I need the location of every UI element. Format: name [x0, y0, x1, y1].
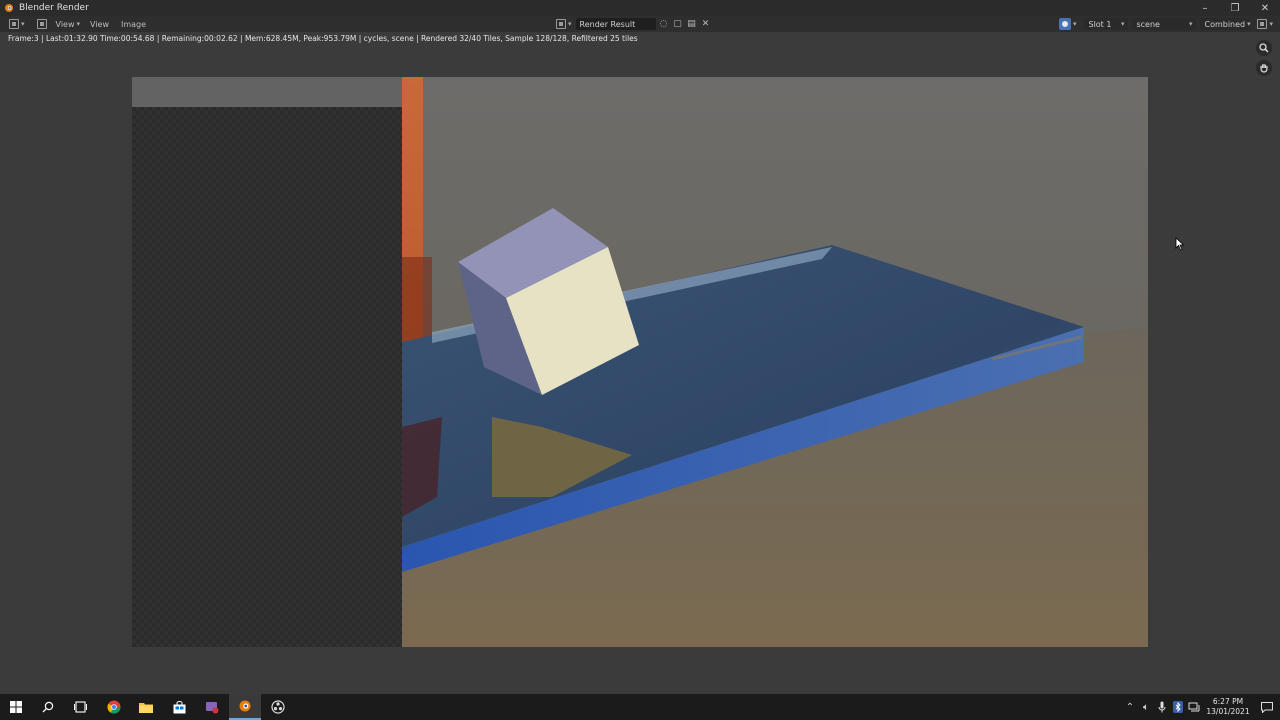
- zoom-icon[interactable]: [1256, 40, 1272, 56]
- chevron-down-icon: ▾: [1269, 20, 1273, 28]
- sidebar-toggle-button[interactable]: ▾: [1254, 17, 1276, 31]
- slot-dropdown[interactable]: Slot 1 ▾: [1084, 18, 1129, 30]
- microphone-icon[interactable]: [1154, 694, 1170, 720]
- chevron-down-icon: ▾: [1247, 20, 1251, 28]
- clock-date: 13/01/2021: [1206, 707, 1250, 716]
- chevron-down-icon: ▾: [76, 20, 81, 28]
- mouse-cursor-icon: [1175, 236, 1185, 251]
- editor-type-dropdown[interactable]: ▾: [6, 17, 28, 31]
- bluetooth-icon[interactable]: [1170, 694, 1186, 720]
- blender-icon: [239, 700, 251, 712]
- blender-taskbar-button[interactable]: [229, 694, 261, 720]
- close-button[interactable]: ✕: [1250, 0, 1280, 16]
- image-name-field[interactable]: Render Result: [575, 18, 656, 30]
- folder-icon: [139, 703, 153, 713]
- image-editor-icon: [9, 19, 19, 29]
- fake-user-shield-icon[interactable]: ◌: [658, 18, 670, 30]
- speaker-icon[interactable]: 🔈︎: [1138, 694, 1154, 720]
- file-explorer-taskbar-button[interactable]: [130, 694, 162, 720]
- unrendered-tile-area: [132, 77, 402, 107]
- network-icon[interactable]: [1186, 694, 1202, 720]
- chevron-down-icon: ▾: [1120, 20, 1125, 28]
- start-button[interactable]: [0, 694, 32, 720]
- search-icon: [42, 701, 54, 713]
- view-mode-dropdown[interactable]: [34, 17, 50, 31]
- chevron-down-icon: ▾: [1188, 20, 1193, 28]
- open-folder-icon[interactable]: ▤: [686, 18, 698, 30]
- minimize-button[interactable]: –: [1190, 0, 1220, 16]
- sidebar-icon: [1257, 19, 1268, 29]
- notification-icon[interactable]: [1254, 694, 1280, 720]
- new-image-icon[interactable]: ▢: [672, 18, 684, 30]
- image-editor-header: ▾ View ▾ View Image ▾ Render Result ◌ ▢ ▤…: [0, 16, 1280, 32]
- snipping-tool-taskbar-button[interactable]: [196, 694, 228, 720]
- view-layer-dropdown[interactable]: scene ▾: [1132, 18, 1197, 30]
- task-view-button[interactable]: [64, 694, 96, 720]
- chrome-icon: [107, 700, 121, 714]
- maximize-button[interactable]: ❐: [1220, 0, 1250, 16]
- obs-taskbar-button[interactable]: [262, 694, 294, 720]
- title-bar: Blender Render – ❐ ✕: [0, 0, 1280, 16]
- menu-view-2[interactable]: View: [86, 20, 115, 29]
- window-title: Blender Render: [19, 3, 89, 13]
- display-channels-button[interactable]: [1058, 18, 1071, 30]
- chevron-down-icon: ▾: [21, 20, 25, 28]
- snip-sketch-icon: [206, 702, 219, 714]
- store-taskbar-button[interactable]: [163, 694, 195, 720]
- store-bag-icon: [173, 700, 185, 713]
- view-mode-icon: [36, 19, 47, 29]
- render-pass-dropdown[interactable]: Combined ▾: [1200, 18, 1251, 30]
- blender-logo-icon: [4, 3, 14, 13]
- chevron-down-icon: ▾: [568, 20, 572, 28]
- hand-pan-icon[interactable]: [1256, 60, 1272, 76]
- render-stats: Frame:3 | Last:01:32.90 Time:00:54.68 | …: [8, 34, 638, 43]
- chrome-taskbar-button[interactable]: [98, 694, 130, 720]
- windows-logo-icon: [10, 701, 22, 713]
- chevron-down-icon: ▾: [1072, 20, 1077, 28]
- chevron-up-icon[interactable]: ⌃: [1122, 694, 1138, 720]
- taskbar-clock[interactable]: 6:27 PM 13/01/2021: [1202, 697, 1254, 717]
- task-view-icon: [73, 701, 87, 713]
- menu-image[interactable]: Image: [115, 20, 152, 29]
- windows-taskbar: ⌃ 🔈︎ 6:27 PM 13/01/2021: [0, 694, 1280, 720]
- clock-time: 6:27 PM: [1212, 697, 1244, 706]
- unrendered-checker-area: [132, 107, 402, 647]
- obs-icon: [271, 700, 285, 714]
- unlink-close-icon[interactable]: ✕: [700, 18, 712, 30]
- render-result-image[interactable]: [132, 77, 1148, 647]
- system-tray: ⌃ 🔈︎ 6:27 PM 13/01/2021: [1122, 694, 1280, 720]
- search-button[interactable]: [32, 694, 64, 720]
- image-browse-icon[interactable]: [556, 19, 566, 29]
